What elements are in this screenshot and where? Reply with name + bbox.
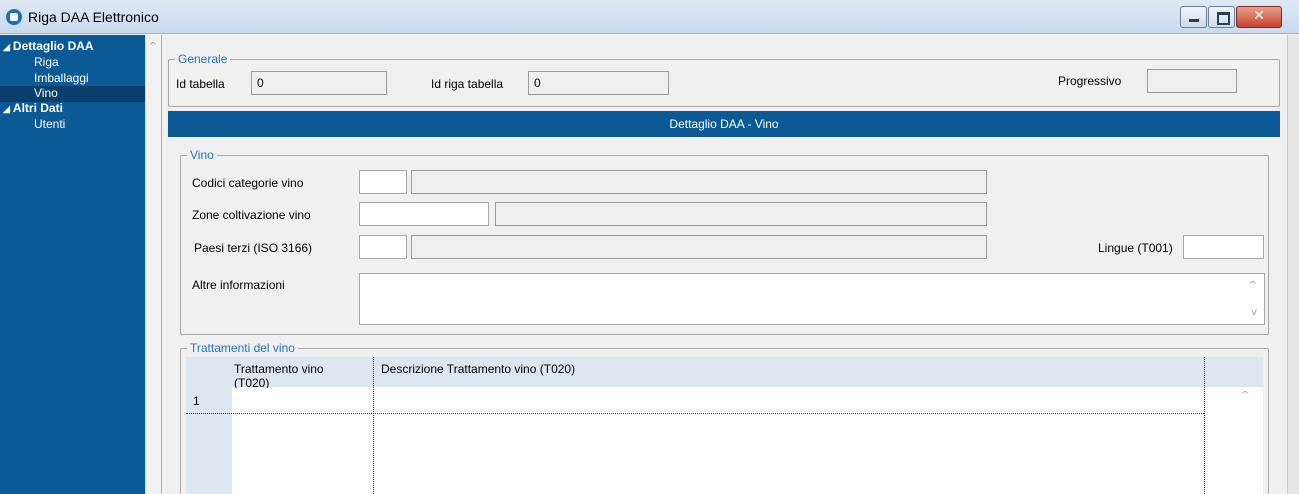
window-title: Riga DAA Elettronico (28, 9, 159, 25)
sidebar-item-altri-dati[interactable]: ◢ Altri Dati (3, 101, 63, 115)
sidebar-item-dettaglio-daa[interactable]: ◢ Dettaglio DAA (3, 39, 94, 53)
codici-categorie-label: Codici categorie vino (192, 176, 304, 190)
column-header-descrizione[interactable]: Descrizione Trattamento vino (T020) (381, 362, 575, 376)
trattamenti-grid[interactable]: Trattamento vino (T020) Descrizione Trat… (186, 357, 1263, 494)
scroll-up-icon[interactable]: ^ (149, 41, 157, 52)
column-divider (1204, 357, 1205, 494)
trattamenti-legend: Trattamenti del vino (187, 341, 298, 355)
paesi-terzi-code-field[interactable] (359, 235, 407, 259)
id-riga-tabella-label: Id riga tabella (431, 77, 504, 91)
sidebar-item-vino[interactable]: Vino (0, 86, 145, 102)
lingue-field[interactable] (1183, 235, 1264, 259)
paesi-terzi-desc-field[interactable] (411, 235, 987, 259)
scroll-up-icon[interactable]: ^ (1241, 390, 1249, 401)
sidebar-item-imballaggi[interactable]: Imballaggi (34, 71, 89, 85)
sidebar-item-riga[interactable]: Riga (34, 55, 59, 69)
zone-coltivazione-label: Zone coltivazione vino (192, 208, 311, 222)
altre-informazioni-textarea[interactable]: ^ v (359, 273, 1265, 325)
column-divider (373, 357, 374, 494)
app-icon (6, 9, 22, 25)
id-tabella-field[interactable] (251, 71, 387, 95)
section-header: Dettaglio DAA - Vino (168, 111, 1280, 137)
window-scrollbar[interactable] (1287, 35, 1299, 494)
sidebar-item-utenti[interactable]: Utenti (34, 117, 65, 131)
scroll-down-icon[interactable]: v (1251, 307, 1257, 318)
sidebar-scrollbar[interactable]: ^ (145, 35, 162, 494)
lingue-label: Lingue (T001) (1098, 241, 1173, 255)
id-riga-tabella-field[interactable] (528, 71, 669, 95)
vino-legend: Vino (187, 148, 217, 162)
id-tabella-label: Id tabella (176, 77, 225, 91)
column-header-trattamento[interactable]: Trattamento vino (T020) (234, 362, 354, 388)
zone-coltivazione-desc-field[interactable] (495, 202, 987, 226)
title-bar: Riga DAA Elettronico ✕ (0, 0, 1299, 34)
close-icon: ✕ (1253, 8, 1265, 24)
paesi-terzi-label: Paesi terzi (ISO 3166) (194, 241, 313, 255)
expand-icon[interactable]: ◢ (3, 42, 10, 53)
sidebar-item-label: Altri Dati (12, 101, 63, 115)
zone-coltivazione-code-field[interactable] (359, 202, 489, 226)
sidebar-tree: ◢ Dettaglio DAA Riga Imballaggi Vino ◢ Alt… (0, 35, 145, 494)
row-number: 1 (193, 394, 200, 408)
scroll-up-icon[interactable]: ^ (1249, 280, 1257, 291)
altre-informazioni-label: Altre informazioni (192, 278, 285, 292)
generale-legend: Generale (175, 52, 231, 66)
expand-icon[interactable]: ◢ (3, 104, 10, 115)
progressivo-field[interactable] (1147, 69, 1237, 93)
sidebar-item-label: Dettaglio DAA (12, 39, 94, 53)
maximize-button[interactable] (1208, 6, 1235, 28)
progressivo-label: Progressivo (1058, 74, 1122, 88)
codici-categorie-desc-field[interactable] (411, 170, 987, 194)
close-button[interactable]: ✕ (1236, 6, 1282, 28)
minimize-button[interactable] (1180, 6, 1207, 28)
row-divider (186, 413, 1204, 414)
codici-categorie-code-field[interactable] (359, 170, 407, 194)
